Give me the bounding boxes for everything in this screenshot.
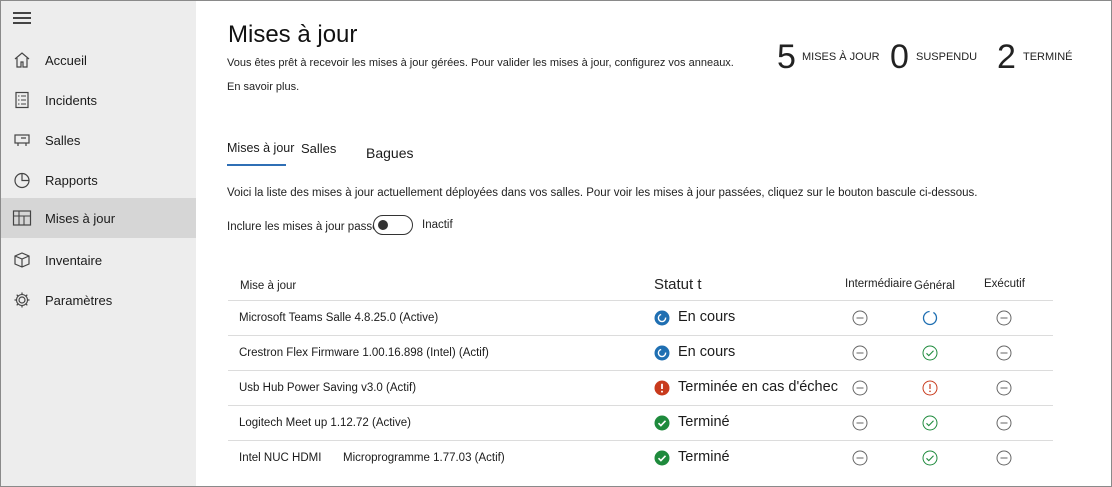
ring-general-done-icon <box>922 450 938 466</box>
column-header-executive[interactable]: Exécutif <box>984 278 1025 290</box>
updates-icon <box>12 208 32 228</box>
column-header-status[interactable]: Statut t <box>654 276 702 293</box>
toggle-state: Inactif <box>422 219 453 231</box>
table-row[interactable]: Logitech Meet up 1.12.72 (Active) Terminé <box>228 405 1053 440</box>
table-row[interactable]: Microsoft Teams Salle 4.8.25.0 (Active) E… <box>228 300 1053 335</box>
ring-intermediate-not-started-icon <box>852 415 868 431</box>
checklist-icon <box>12 90 32 110</box>
counter-suspended-value: 0 <box>890 38 909 76</box>
pie-chart-icon <box>12 170 32 190</box>
app-window: Accueil Incidents Salles Rapports Mises <box>0 0 1112 487</box>
ring-executive-not-started-icon <box>996 310 1012 326</box>
tab-selected-indicator <box>227 164 286 166</box>
sidebar-item-inventaire[interactable]: Inventaire <box>1 240 196 280</box>
ring-intermediate-not-started-icon <box>852 380 868 396</box>
counter-updates-value: 5 <box>777 38 796 76</box>
ring-intermediate-not-started-icon <box>852 450 868 466</box>
status-progress-icon <box>654 345 670 361</box>
counter-completed-label: TERMINÉ <box>1023 51 1073 63</box>
box-icon <box>12 250 32 270</box>
status-done-icon <box>654 415 670 431</box>
sidebar-item-accueil[interactable]: Accueil <box>1 40 196 80</box>
room-icon <box>12 130 32 150</box>
status-text: Terminé <box>678 449 730 465</box>
include-past-updates-toggle[interactable] <box>373 215 413 235</box>
ring-executive-not-started-icon <box>996 450 1012 466</box>
ring-executive-not-started-icon <box>996 380 1012 396</box>
ring-intermediate-not-started-icon <box>852 345 868 361</box>
column-header-update[interactable]: Mise à jour <box>240 280 296 292</box>
status-text: En cours <box>678 344 736 360</box>
learn-more-link[interactable]: En savoir plus. <box>227 81 299 93</box>
tab-salles[interactable]: Salles <box>301 141 336 156</box>
sidebar-item-label: Salles <box>45 132 81 148</box>
counter-updates-label: MISES À JOUR <box>802 51 880 63</box>
update-name-extra: Microprogramme 1.77.03 (Actif) <box>343 452 505 464</box>
table-row[interactable]: Usb Hub Power Saving v3.0 (Actif) Terminé… <box>228 370 1053 405</box>
ring-executive-not-started-icon <box>996 415 1012 431</box>
gear-icon <box>12 290 32 310</box>
counter-completed-value: 2 <box>997 38 1016 76</box>
ring-general-done-icon <box>922 345 938 361</box>
description-text: Voici la liste des mises à jour actuelle… <box>227 187 978 199</box>
tab-mises-a-jour[interactable]: Mises à jour <box>227 141 294 155</box>
status-progress-icon <box>654 310 670 326</box>
ring-general-done-icon <box>922 415 938 431</box>
sidebar-item-rapports[interactable]: Rapports <box>1 160 196 200</box>
sidebar-item-label: Accueil <box>45 52 87 68</box>
table-row[interactable]: Crestron Flex Firmware 1.00.16.898 (Inte… <box>228 335 1053 370</box>
tab-bagues[interactable]: Bagues <box>366 145 413 161</box>
sidebar-item-parametres[interactable]: Paramètres <box>1 280 196 320</box>
status-text: En cours <box>678 309 736 325</box>
update-name: Logitech Meet up 1.12.72 (Active) <box>239 417 411 429</box>
update-name: Microsoft Teams Salle 4.8.25.0 (Active) <box>239 312 439 324</box>
counter-suspended-label: SUSPENDU <box>916 51 978 63</box>
sidebar-item-label: Inventaire <box>45 252 103 268</box>
column-header-intermediate[interactable]: Intermédiaire <box>845 278 912 290</box>
tab-bar: Mises à jour Salles Bagues <box>227 141 527 167</box>
column-header-general[interactable]: Général <box>914 280 955 292</box>
counters: 5 MISES À JOUR 0 SUSPENDU 2 TERMINÉ <box>196 37 1111 77</box>
toggle-label: Inclure les mises à jour passées <box>227 221 391 233</box>
sidebar-item-label: Mises à jour <box>45 210 116 226</box>
update-name: Crestron Flex Firmware 1.00.16.898 (Inte… <box>239 347 489 359</box>
hamburger-icon[interactable] <box>13 12 31 26</box>
ring-general-in-progress-icon <box>922 310 938 326</box>
ring-executive-not-started-icon <box>996 345 1012 361</box>
status-done-icon <box>654 450 670 466</box>
main-content: Mises à jour Vous êtes prêt à recevoir l… <box>196 1 1111 486</box>
status-failed-icon <box>654 380 670 396</box>
table-row[interactable]: Intel NUC HDMI Microprogramme 1.77.03 (Ac… <box>228 440 1053 475</box>
sidebar-item-label: Incidents <box>45 92 98 108</box>
sidebar-item-label: Paramètres <box>45 292 113 308</box>
toggle-knob <box>378 220 388 230</box>
status-text: Terminée en cas d'échec <box>678 379 838 395</box>
update-name: Usb Hub Power Saving v3.0 (Actif) <box>239 382 417 394</box>
sidebar-item-incidents[interactable]: Incidents <box>1 80 196 120</box>
home-icon <box>12 50 32 70</box>
ring-intermediate-not-started-icon <box>852 310 868 326</box>
sidebar: Accueil Incidents Salles Rapports Mises <box>1 1 196 486</box>
sidebar-item-label: Rapports <box>45 172 98 188</box>
sidebar-item-salles[interactable]: Salles <box>1 120 196 160</box>
sidebar-item-mises-a-jour[interactable]: Mises à jour <box>1 198 196 238</box>
status-text: Terminé <box>678 414 730 430</box>
update-name: Intel NUC HDMI <box>239 452 322 464</box>
ring-general-failed-icon <box>922 380 938 396</box>
